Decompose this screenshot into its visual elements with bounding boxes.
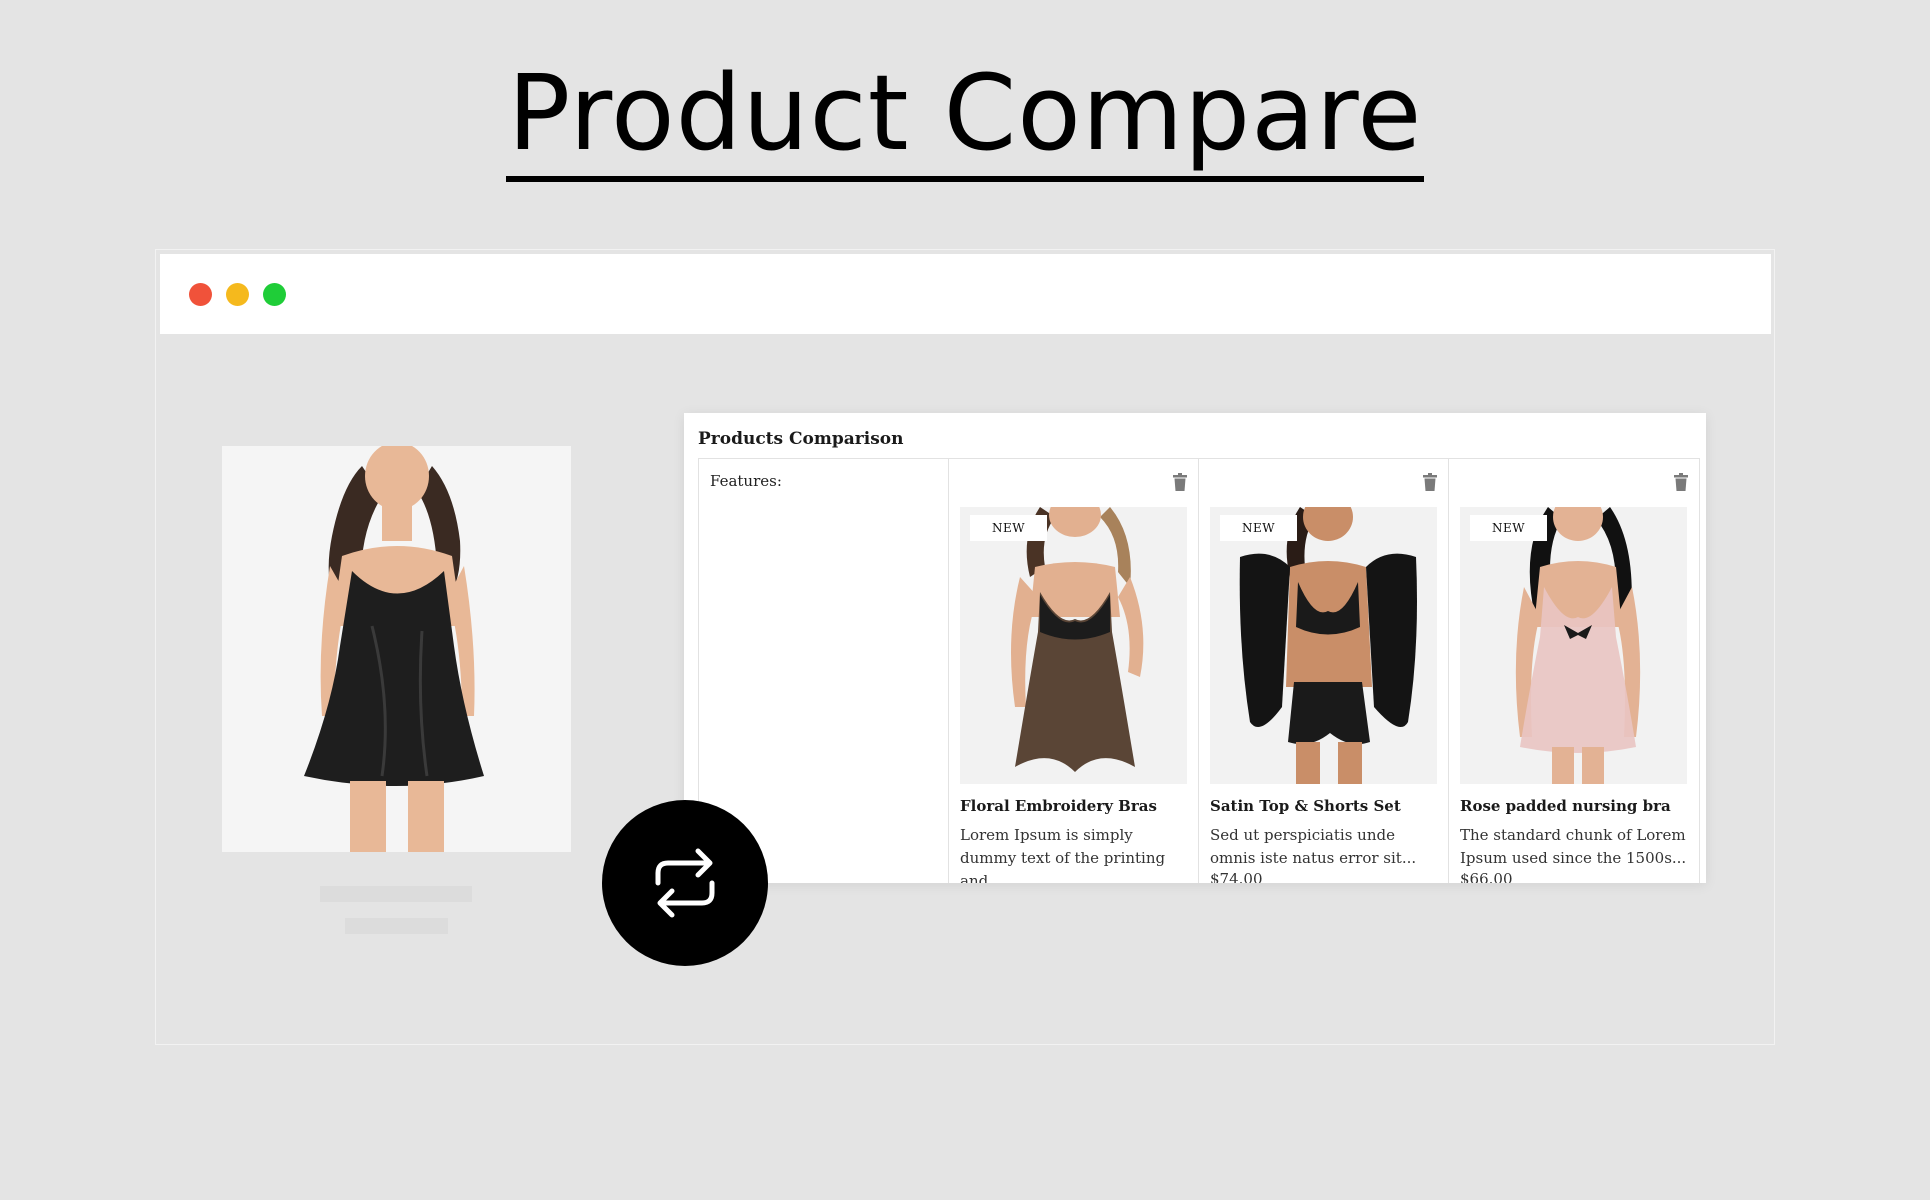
comparison-panel: Products Comparison Features: NEW Floral…	[684, 413, 1706, 883]
product-column: NEW Satin Top & Shorts Set Sed ut perspi…	[1199, 459, 1449, 883]
minimize-dot[interactable]	[226, 283, 249, 306]
product-image[interactable]: NEW	[1210, 493, 1437, 784]
placeholder-title-bar	[320, 886, 472, 902]
product-name[interactable]: Floral Embroidery Bras	[960, 797, 1157, 815]
product-description: Lorem Ipsum is simply dummy text of the …	[960, 826, 1166, 883]
new-badge: NEW	[970, 515, 1048, 541]
trash-icon[interactable]	[1173, 473, 1187, 491]
new-badge: NEW	[1220, 515, 1298, 541]
maximize-dot[interactable]	[263, 283, 286, 306]
product-name[interactable]: Rose padded nursing bra	[1460, 797, 1671, 815]
trash-icon[interactable]	[1674, 473, 1688, 491]
product-image[interactable]: NEW	[1460, 493, 1687, 784]
product-price: $66.00	[1460, 870, 1513, 883]
product-image[interactable]: NEW	[960, 493, 1187, 784]
product-image[interactable]	[222, 442, 571, 852]
close-dot[interactable]	[189, 283, 212, 306]
slip-dress-illustration	[222, 442, 571, 852]
placeholder-price-bar	[345, 918, 448, 934]
trash-icon[interactable]	[1423, 473, 1437, 491]
product-column: NEW Rose padded nursing bra The standard…	[1449, 459, 1699, 883]
product-photo	[1210, 493, 1437, 784]
product-price: $74.00	[1210, 870, 1263, 883]
compare-button[interactable]	[602, 800, 768, 966]
product-description: The standard chunk of Lorem Ipsum used s…	[1460, 826, 1687, 867]
product-column: NEW Floral Embroidery Bras Lorem Ipsum i…	[949, 459, 1199, 883]
product-photo	[960, 493, 1187, 784]
panel-title: Products Comparison	[698, 429, 904, 449]
compare-arrows-icon	[655, 848, 715, 918]
features-label: Features:	[710, 472, 782, 490]
comparison-table: Features: NEW Floral Embroidery Bras Lor…	[698, 458, 1700, 883]
product-photo	[1460, 493, 1687, 784]
product-name[interactable]: Satin Top & Shorts Set	[1210, 797, 1401, 815]
page-title: Product Compare	[0, 48, 1930, 182]
window-titlebar	[160, 254, 1771, 334]
new-badge: NEW	[1470, 515, 1548, 541]
product-description: Sed ut perspiciatis unde omnis iste natu…	[1210, 826, 1417, 867]
